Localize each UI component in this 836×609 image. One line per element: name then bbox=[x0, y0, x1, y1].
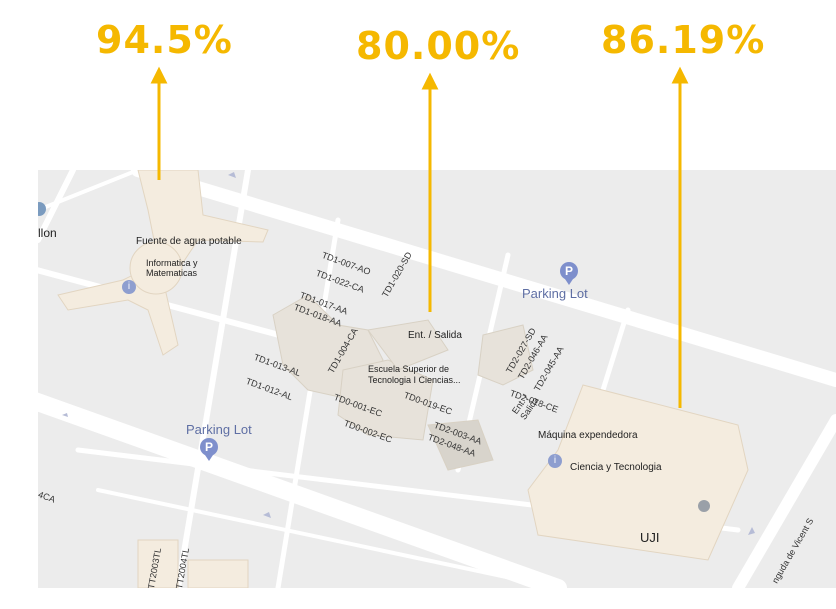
parking-pin-1 bbox=[565, 279, 573, 285]
parking-label-1: Parking Lot bbox=[522, 286, 588, 301]
campus-map[interactable]: llon 4CA Fuente de agua potable Informat… bbox=[38, 170, 836, 588]
percentage-label-3: 86.19% bbox=[601, 18, 766, 62]
fuente-agua-label: Fuente de agua potable bbox=[136, 236, 242, 247]
restroom-icon[interactable]: i bbox=[122, 280, 136, 294]
informatica-label[interactable]: Informatica y Matematicas bbox=[146, 258, 198, 278]
percentage-label-2: 80.00% bbox=[356, 24, 521, 68]
arrow-3-head bbox=[671, 66, 689, 84]
ciencia-label[interactable]: Ciencia y Tecnologia bbox=[570, 462, 662, 473]
maquina-label: Máquina expendedora bbox=[538, 430, 638, 441]
parking-label-2: Parking Lot bbox=[186, 422, 252, 437]
ent-salida-label: Ent. / Salida bbox=[408, 330, 462, 341]
arrow-1-head bbox=[150, 66, 168, 84]
parking-icon-2[interactable]: P bbox=[200, 438, 218, 456]
arrow-2-head bbox=[421, 72, 439, 90]
uji-label: UJI bbox=[640, 530, 660, 545]
parking-icon-1[interactable]: P bbox=[560, 262, 578, 280]
parking-pin-2 bbox=[205, 455, 213, 461]
transit-icon[interactable] bbox=[698, 500, 710, 512]
edge-label: llon bbox=[38, 226, 57, 240]
restroom-icon-2[interactable]: i bbox=[548, 454, 562, 468]
percentage-label-1: 94.5% bbox=[96, 18, 233, 62]
escuela-label[interactable]: Escuela Superior de Tecnologia I Ciencia… bbox=[368, 364, 461, 386]
